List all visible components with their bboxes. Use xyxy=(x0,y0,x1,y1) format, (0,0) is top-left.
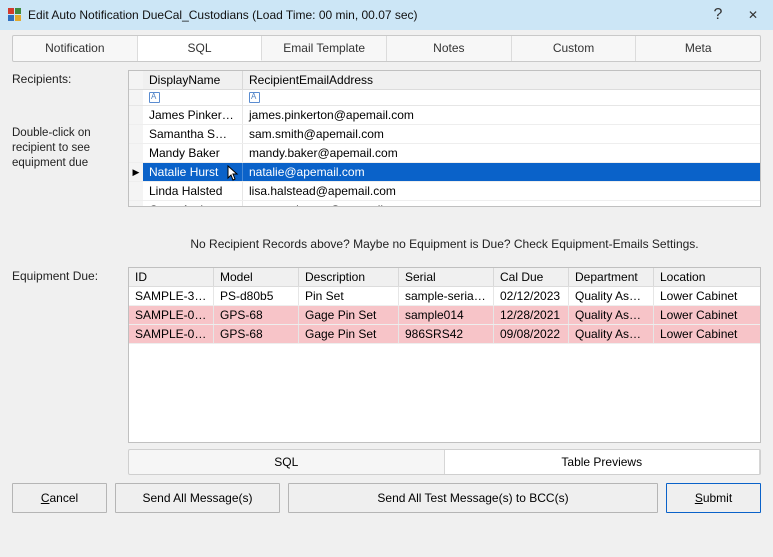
equipment-desc: Gage Pin Set xyxy=(299,306,399,324)
col-desc[interactable]: Description xyxy=(299,268,399,286)
equipment-caldue: 12/28/2021 xyxy=(494,306,569,324)
row-indicator: ▶ xyxy=(129,163,143,181)
recipient-name: Samantha Smith xyxy=(143,125,243,143)
equipment-desc: Pin Set xyxy=(299,287,399,305)
equipment-id: SAMPLE-014 xyxy=(129,306,214,324)
equipment-dept: Quality Assuran… xyxy=(569,306,654,324)
recipient-row[interactable]: Mandy Bakermandy.baker@apemail.com xyxy=(129,144,760,163)
row-indicator xyxy=(129,201,143,207)
recipient-name: Mandy Baker xyxy=(143,144,243,162)
recipient-email: sam.smith@apemail.com xyxy=(243,125,760,143)
equipment-desc: Gage Pin Set xyxy=(299,325,399,343)
send-all-button[interactable]: Send All Message(s) xyxy=(115,483,280,513)
close-button[interactable]: ✕ xyxy=(733,0,773,30)
titlebar: Edit Auto Notification DueCal_Custodians… xyxy=(0,0,773,30)
recipient-row[interactable]: ▶Natalie Hurstnatalie@apemail.com xyxy=(129,163,760,182)
recipient-row[interactable]: Samantha Smithsam.smith@apemail.com xyxy=(129,125,760,144)
window-title: Edit Auto Notification DueCal_Custodians… xyxy=(28,8,703,22)
recipient-name: Natalie Hurst xyxy=(143,163,243,181)
row-indicator-header xyxy=(129,71,143,89)
recipient-row[interactable]: Linda Halstedlisa.halstead@apemail.com xyxy=(129,182,760,201)
main-tabs: Notification SQL Email Template Notes Cu… xyxy=(12,35,761,62)
equipment-model: GPS-68 xyxy=(214,306,299,324)
filter-rowindicator xyxy=(129,90,143,105)
row-indicator xyxy=(129,106,143,124)
equipment-caldue: 09/08/2022 xyxy=(494,325,569,343)
equipment-row[interactable]: SAMPLE-306PS-d80b5Pin Setsample-serial-3… xyxy=(129,287,760,306)
footer-buttons: Cancel Send All Message(s) Send All Test… xyxy=(12,483,761,513)
equipment-loc: Lower Cabinet xyxy=(654,325,760,343)
preview-tab-table[interactable]: Table Previews xyxy=(444,450,761,474)
recipient-row[interactable]: James Pinkertonjames.pinkerton@apemail.c… xyxy=(129,106,760,125)
row-indicator xyxy=(129,182,143,200)
col-displayname[interactable]: DisplayName xyxy=(143,71,243,89)
equipment-row[interactable]: SAMPLE-014GPS-68Gage Pin Setsample01412/… xyxy=(129,306,760,325)
equipment-row[interactable]: SAMPLE-009GPS-68Gage Pin Set986SRS4209/0… xyxy=(129,325,760,344)
col-serial[interactable]: Serial xyxy=(399,268,494,286)
col-id[interactable]: ID xyxy=(129,268,214,286)
equipment-grid[interactable]: ID Model Description Serial Cal Due Depa… xyxy=(128,267,761,443)
filter-icon xyxy=(149,92,160,103)
row-indicator xyxy=(129,125,143,143)
equipment-id: SAMPLE-306 xyxy=(129,287,214,305)
tab-notes[interactable]: Notes xyxy=(387,36,512,61)
equipment-serial: 986SRS42 xyxy=(399,325,494,343)
recipient-row[interactable]: Gerry Andersongerry.anderson@apemail.com xyxy=(129,201,760,207)
equipment-serial: sample-serial-306 xyxy=(399,287,494,305)
col-model[interactable]: Model xyxy=(214,268,299,286)
recipient-name: James Pinkerton xyxy=(143,106,243,124)
preview-tab-sql[interactable]: SQL xyxy=(129,450,444,474)
recipients-label: Recipients: xyxy=(12,72,124,86)
recipient-name: Linda Halsted xyxy=(143,182,243,200)
center-hint: No Recipient Records above? Maybe no Equ… xyxy=(128,237,761,251)
recipient-email: mandy.baker@apemail.com xyxy=(243,144,760,162)
filter-email[interactable] xyxy=(243,90,760,105)
equipment-model: GPS-68 xyxy=(214,325,299,343)
recipient-email: gerry.anderson@apemail.com xyxy=(243,201,760,207)
filter-name[interactable] xyxy=(143,90,243,105)
submit-button[interactable]: Submit xyxy=(666,483,761,513)
row-indicator xyxy=(129,144,143,162)
recipients-grid[interactable]: DisplayName RecipientEmailAddress James … xyxy=(128,70,761,207)
tab-notification[interactable]: Notification xyxy=(13,36,138,61)
tab-meta[interactable]: Meta xyxy=(636,36,760,61)
equipment-id: SAMPLE-009 xyxy=(129,325,214,343)
equipment-loc: Lower Cabinet xyxy=(654,287,760,305)
recipient-email: james.pinkerton@apemail.com xyxy=(243,106,760,124)
send-test-button[interactable]: Send All Test Message(s) to BCC(s) xyxy=(288,483,658,513)
equipment-dept: Quality Assuran… xyxy=(569,325,654,343)
app-icon xyxy=(8,8,22,22)
equipment-due-label: Equipment Due: xyxy=(12,269,124,283)
col-caldue[interactable]: Cal Due xyxy=(494,268,569,286)
recipient-email: natalie@apemail.com xyxy=(243,163,760,181)
tab-email-template[interactable]: Email Template xyxy=(262,36,387,61)
equipment-model: PS-d80b5 xyxy=(214,287,299,305)
recipient-name: Gerry Anderson xyxy=(143,201,243,207)
filter-icon xyxy=(249,92,260,103)
preview-tabs: SQL Table Previews xyxy=(128,449,761,475)
cancel-button[interactable]: Cancel xyxy=(12,483,107,513)
tab-custom[interactable]: Custom xyxy=(512,36,637,61)
equipment-loc: Lower Cabinet xyxy=(654,306,760,324)
col-dept[interactable]: Department xyxy=(569,268,654,286)
equipment-serial: sample014 xyxy=(399,306,494,324)
recipient-email: lisa.halstead@apemail.com xyxy=(243,182,760,200)
col-loc[interactable]: Location xyxy=(654,268,760,286)
equipment-caldue: 02/12/2023 xyxy=(494,287,569,305)
col-email[interactable]: RecipientEmailAddress xyxy=(243,71,760,89)
help-button[interactable]: ? xyxy=(703,0,733,30)
equipment-dept: Quality Assuran… xyxy=(569,287,654,305)
tab-sql[interactable]: SQL xyxy=(138,36,263,61)
recipients-hint: Double-click on recipient to see equipme… xyxy=(12,126,124,171)
